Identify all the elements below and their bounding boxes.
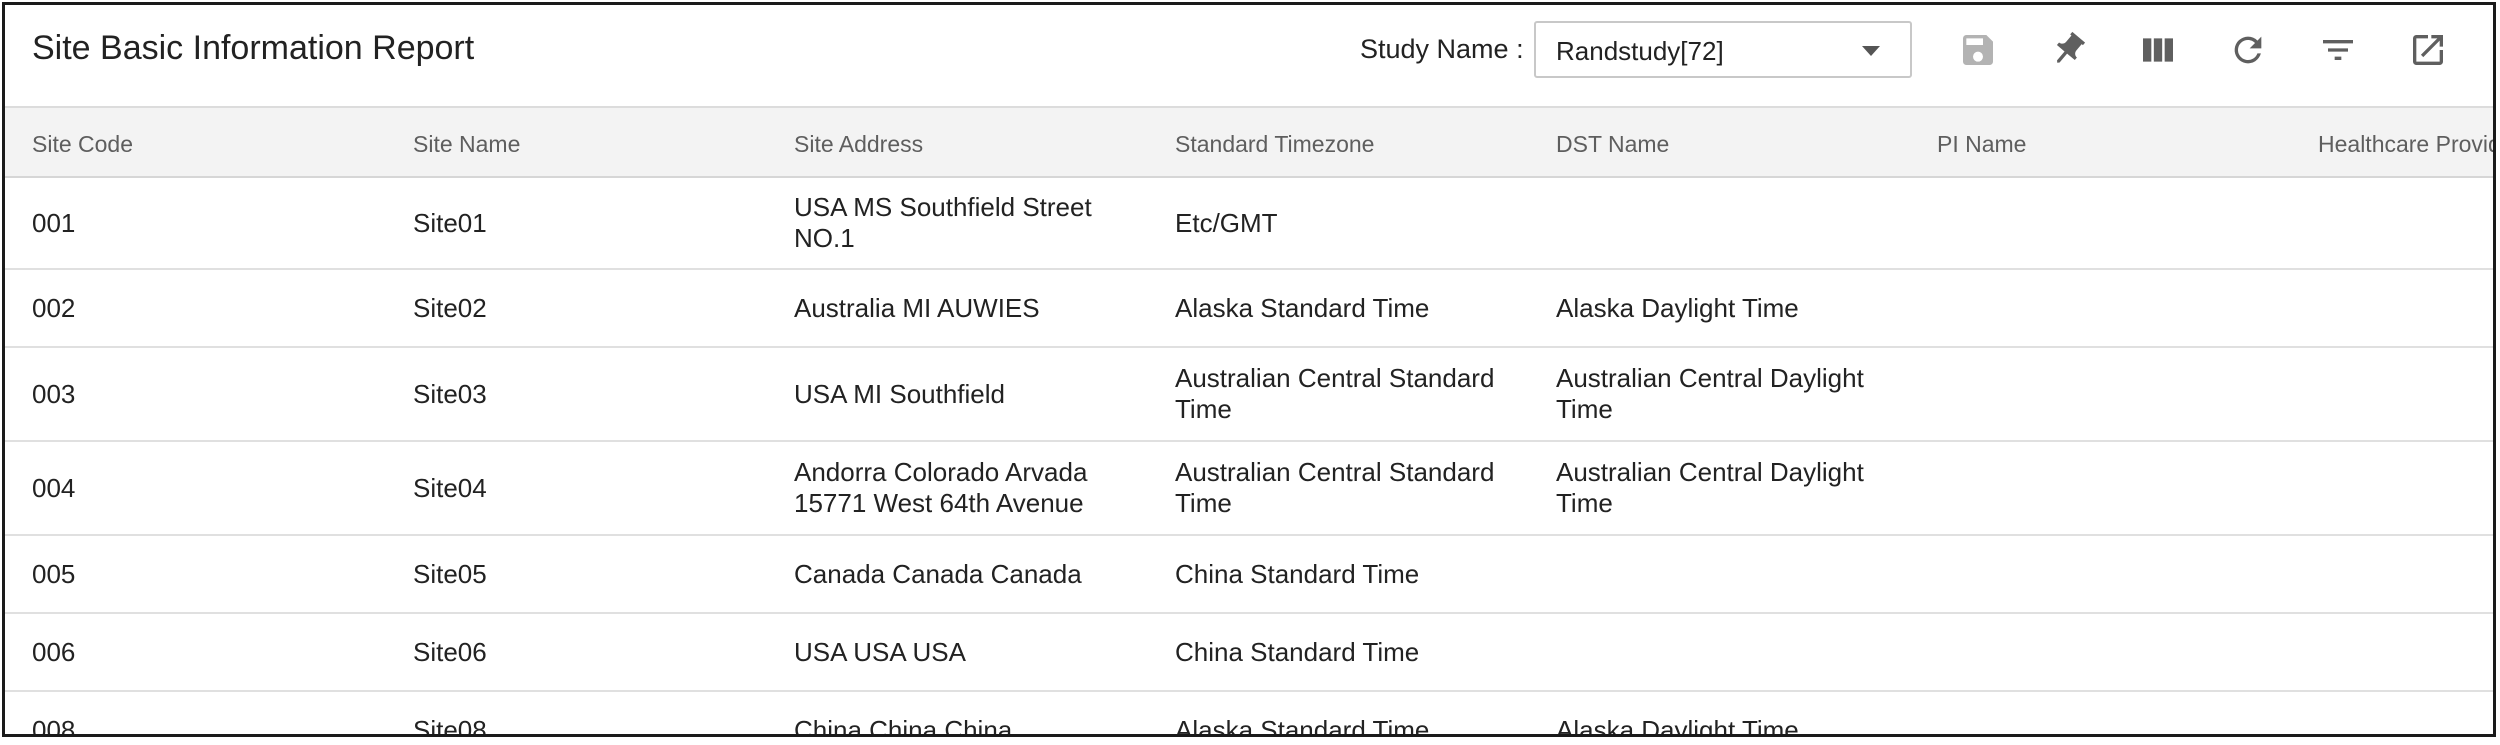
cell-site-code: 006 bbox=[32, 637, 76, 667]
column-header-standard-timezone[interactable]: Standard Timezone bbox=[1175, 131, 1374, 158]
table-row[interactable]: 006 Site06 USA USA USA China Standard Ti… bbox=[5, 614, 2493, 692]
open-external-icon[interactable] bbox=[2405, 27, 2451, 73]
table-row[interactable]: 002 Site02 Australia MI AUWIES Alaska St… bbox=[5, 270, 2493, 348]
cell-site-address: China China China bbox=[794, 715, 1013, 737]
cell-site-code: 008 bbox=[32, 715, 76, 737]
cell-dst-name: Alaska Daylight Time bbox=[1556, 715, 1799, 737]
cell-site-address: USA MS Southfield Street NO.1 bbox=[794, 192, 1092, 253]
report-window: Site Basic Information Report Study Name… bbox=[2, 2, 2496, 737]
study-name-select[interactable]: Randstudy[72] bbox=[1534, 21, 1912, 78]
cell-standard-timezone: China Standard Time bbox=[1175, 637, 1420, 667]
column-header-pi-name[interactable]: PI Name bbox=[1937, 131, 2026, 158]
cell-site-address: USA USA USA bbox=[794, 637, 966, 667]
cell-dst-name: Australian Central Daylight Time bbox=[1556, 363, 1864, 424]
cell-site-code: 005 bbox=[32, 559, 76, 589]
table-row[interactable]: 008 Site08 China China China Alaska Stan… bbox=[5, 692, 2493, 737]
cell-site-name: Site03 bbox=[413, 379, 487, 409]
cell-site-name: Site05 bbox=[413, 559, 487, 589]
study-name-value: Randstudy[72] bbox=[1556, 36, 1724, 66]
cell-site-name: Site06 bbox=[413, 637, 487, 667]
table-row[interactable]: 005 Site05 Canada Canada Canada China St… bbox=[5, 536, 2493, 614]
cell-standard-timezone: Australian Central Standard Time bbox=[1175, 457, 1495, 518]
filter-icon[interactable] bbox=[2315, 27, 2361, 73]
cell-site-address: Australia MI AUWIES bbox=[794, 293, 1040, 323]
save-icon[interactable] bbox=[1955, 27, 2001, 73]
cell-site-name: Site04 bbox=[413, 473, 487, 503]
study-name-label: Study Name : bbox=[1360, 34, 1524, 64]
table-row[interactable]: 003 Site03 USA MI Southfield Australian … bbox=[5, 348, 2493, 442]
cell-site-name: Site08 bbox=[413, 715, 487, 737]
cell-site-code: 004 bbox=[32, 473, 76, 503]
cell-site-code: 001 bbox=[32, 208, 76, 238]
cell-standard-timezone: Australian Central Standard Time bbox=[1175, 363, 1495, 424]
table-row[interactable]: 004 Site04 Andorra Colorado Arvada 15771… bbox=[5, 442, 2493, 536]
columns-icon[interactable] bbox=[2135, 27, 2181, 73]
cell-site-address: Canada Canada Canada bbox=[794, 559, 1082, 589]
dropdown-caret-icon bbox=[1862, 46, 1880, 56]
cell-standard-timezone: Alaska Standard Time bbox=[1175, 293, 1430, 323]
pin-icon[interactable] bbox=[2045, 27, 2091, 73]
cell-site-code: 002 bbox=[32, 293, 76, 323]
cell-site-code: 003 bbox=[32, 379, 76, 409]
page-title: Site Basic Information Report bbox=[32, 29, 475, 67]
table-row[interactable]: 001 Site01 USA MS Southfield Street NO.1… bbox=[5, 178, 2493, 270]
refresh-icon[interactable] bbox=[2225, 27, 2271, 73]
cell-site-name: Site01 bbox=[413, 208, 487, 238]
cell-site-address: USA MI Southfield bbox=[794, 379, 1005, 409]
column-header-healthcare-provider[interactable]: Healthcare Provid bbox=[2318, 131, 2493, 158]
column-header-dst-name[interactable]: DST Name bbox=[1556, 131, 1669, 158]
column-header-site-name[interactable]: Site Name bbox=[413, 131, 520, 158]
table-header-row: Site Code Site Name Site Address Standar… bbox=[5, 108, 2493, 178]
column-header-site-code[interactable]: Site Code bbox=[32, 131, 133, 158]
column-header-site-address[interactable]: Site Address bbox=[794, 131, 923, 158]
cell-standard-timezone: China Standard Time bbox=[1175, 559, 1420, 589]
cell-site-address: Andorra Colorado Arvada 15771 West 64th … bbox=[794, 457, 1088, 518]
cell-dst-name: Alaska Daylight Time bbox=[1556, 293, 1799, 323]
cell-standard-timezone: Alaska Standard Time bbox=[1175, 715, 1430, 737]
cell-dst-name: Australian Central Daylight Time bbox=[1556, 457, 1864, 518]
cell-site-name: Site02 bbox=[413, 293, 487, 323]
report-header: Site Basic Information Report Study Name… bbox=[5, 5, 2493, 108]
cell-standard-timezone: Etc/GMT bbox=[1175, 208, 1278, 238]
